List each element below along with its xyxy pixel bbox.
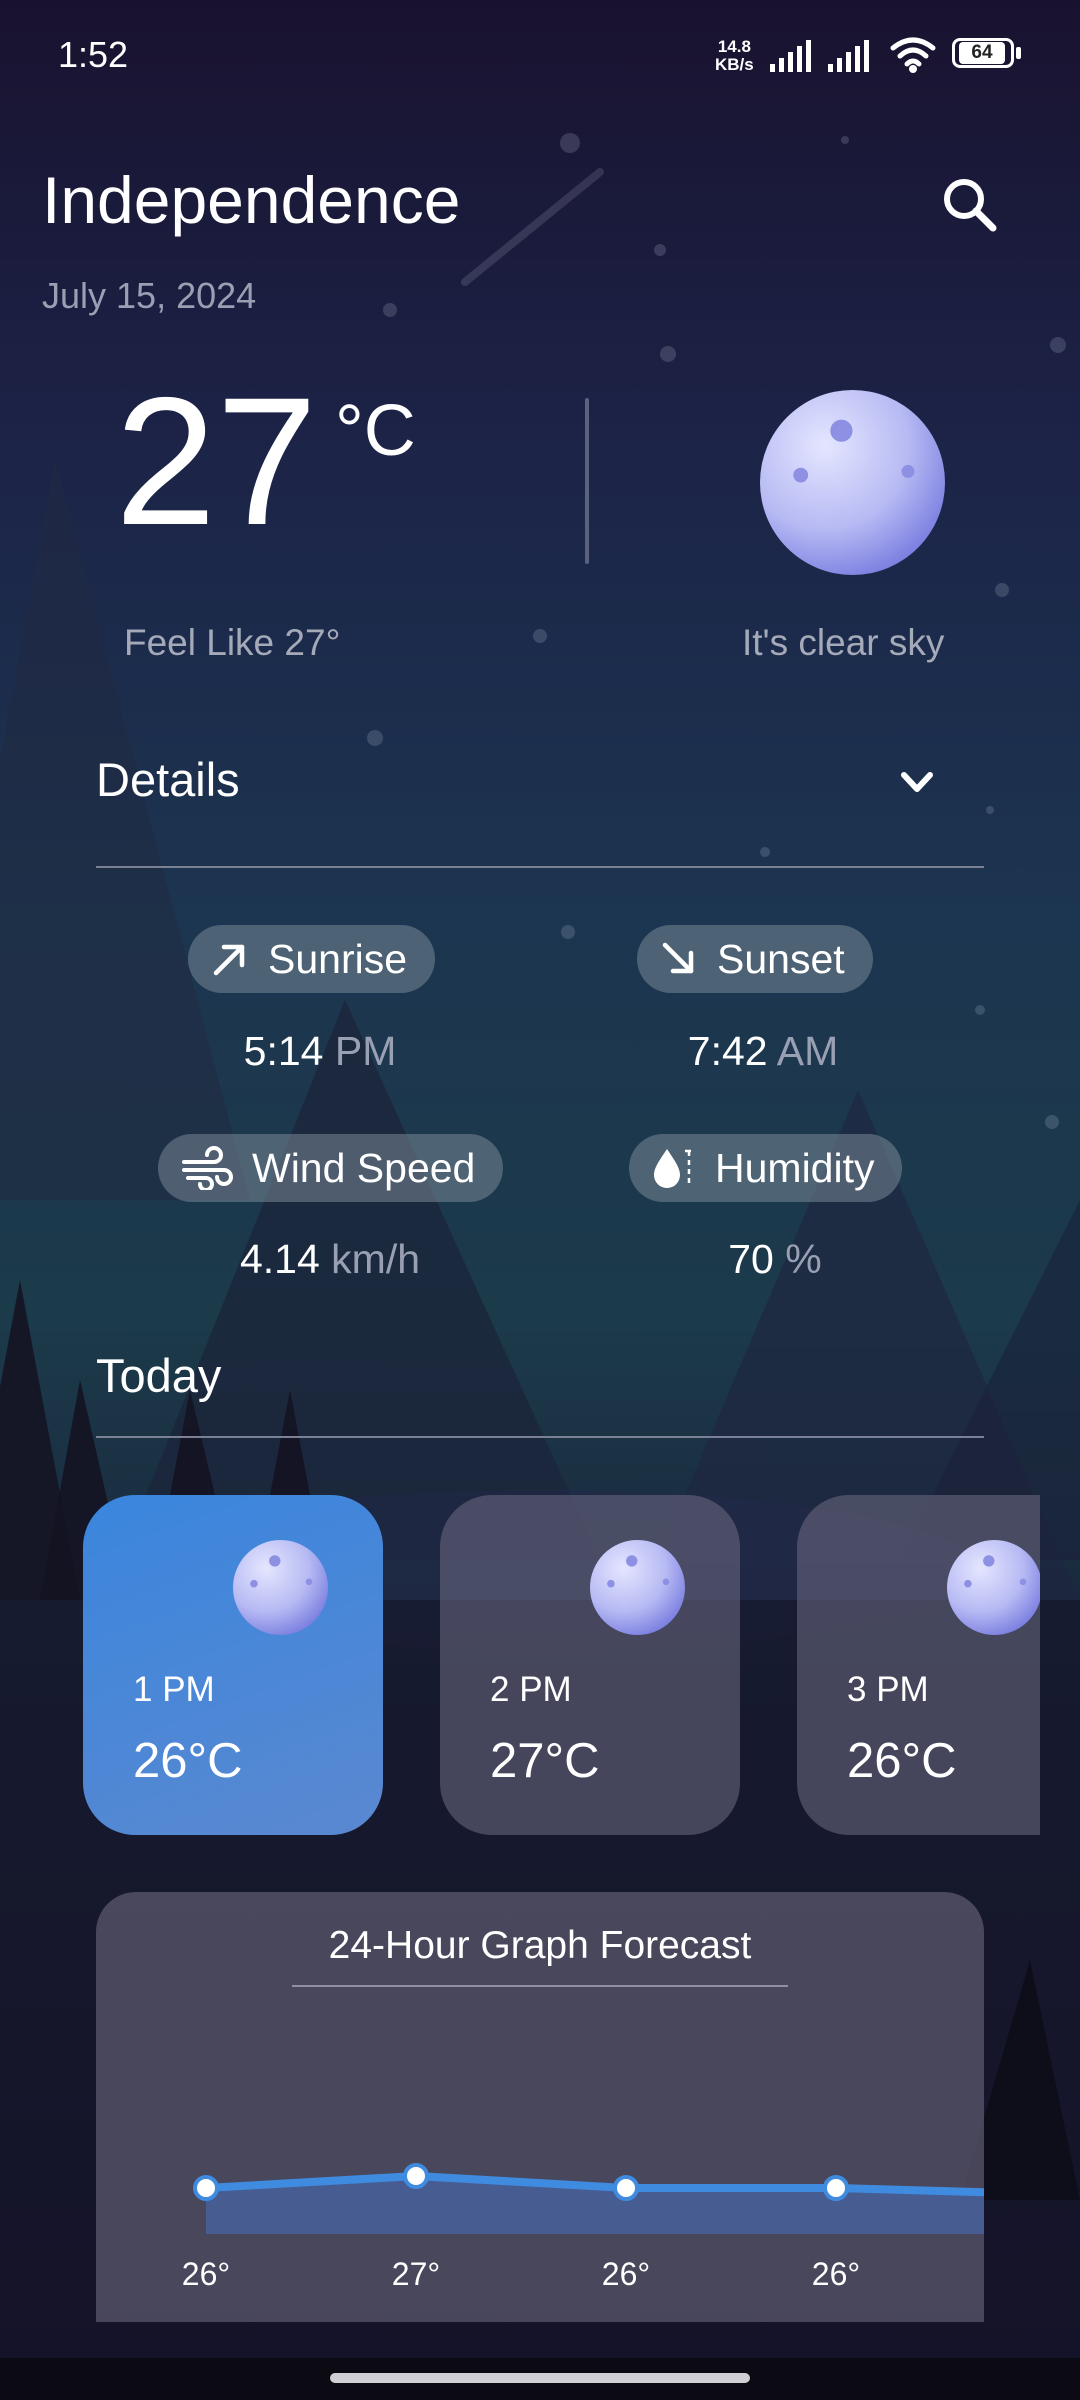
current-temperature: 27	[115, 359, 318, 563]
network-speed-value: 14.8	[717, 37, 751, 56]
wifi-icon	[890, 37, 936, 67]
sunrise-chip: Sunrise	[188, 925, 436, 993]
sunset-chip: Sunset	[637, 925, 873, 993]
sunset-value: 7:42 AM	[643, 1028, 883, 1075]
current-date: July 15, 2024	[42, 275, 257, 316]
moon-icon	[947, 1540, 1040, 1635]
details-divider	[96, 866, 984, 868]
sunset-label: Sunset	[717, 935, 845, 982]
chart-point	[193, 2175, 219, 2201]
chart-data-label: 26°	[601, 2256, 651, 2292]
status-bar: 1:52 14.8 KB/s 64	[0, 0, 1080, 110]
moon-icon	[233, 1540, 328, 1635]
graph-forecast-card[interactable]: 24-Hour Graph Forecast 26° 27° 26° 26°	[96, 1892, 984, 2322]
hour-time: 3 PM	[847, 1670, 929, 1709]
sunrise-label: Sunrise	[268, 935, 408, 982]
search-button[interactable]	[935, 170, 1005, 240]
wind-speed: 4.14	[239, 1236, 320, 1282]
hour-temperature: 27°C	[490, 1734, 600, 1788]
hour-time: 1 PM	[133, 1670, 215, 1709]
wind-label: Wind Speed	[252, 1144, 476, 1191]
humidity-percent: 70	[728, 1236, 774, 1282]
battery-tip	[1016, 47, 1021, 59]
sunrise-unit: PM	[334, 1028, 397, 1074]
hour-card[interactable]: 1 PM 26°C	[83, 1495, 383, 1835]
details-title: Details	[96, 753, 240, 806]
chart-data-label: 26°	[181, 2256, 231, 2292]
chart-point	[613, 2175, 639, 2201]
moon-icon	[590, 1540, 685, 1635]
chevron-down-icon	[901, 772, 933, 792]
sunset-unit: AM	[776, 1028, 839, 1074]
battery-icon: 64	[952, 38, 1014, 68]
hour-temperature: 26°C	[847, 1734, 957, 1788]
wind-chip: Wind Speed	[158, 1134, 504, 1202]
vertical-divider	[585, 398, 589, 564]
status-time: 1:52	[58, 34, 129, 75]
search-icon	[944, 179, 997, 232]
chart-point	[823, 2175, 849, 2201]
today-divider	[96, 1436, 984, 1438]
chart-data-label: 27°	[391, 2256, 441, 2292]
sunrise-time: 5:14	[243, 1028, 324, 1074]
city-name: Independence	[42, 163, 461, 237]
hour-card[interactable]: 3 PM 26°C	[797, 1495, 1040, 1835]
temperature-unit: °C	[335, 391, 416, 471]
humidity-value: 70 %	[655, 1236, 895, 1283]
today-title: Today	[96, 1349, 222, 1402]
arrow-down-right-icon	[662, 942, 694, 974]
humidity-label: Humidity	[715, 1144, 875, 1191]
weather-condition: It's clear sky	[742, 622, 945, 663]
battery-level: 64	[959, 42, 1005, 64]
humidity-chip: Humidity	[629, 1134, 903, 1202]
details-toggle-button[interactable]	[895, 760, 940, 805]
chart-point	[403, 2163, 429, 2189]
hour-card[interactable]: 2 PM 27°C	[440, 1495, 740, 1835]
wind-value: 4.14 km/h	[190, 1236, 470, 1283]
sunrise-value: 5:14 PM	[200, 1028, 440, 1075]
hourly-forecast-list[interactable]: 1 PM 26°C 2 PM 27°C 3 PM 26°C	[0, 1480, 1040, 1860]
chart-data-label: 26°	[811, 2256, 861, 2292]
wind-unit: km/h	[331, 1236, 421, 1282]
arrow-up-right-icon	[213, 944, 245, 976]
signal-icon	[770, 40, 811, 72]
moon-icon	[760, 390, 945, 575]
sunset-time: 7:42	[687, 1028, 768, 1074]
signal-icon-2	[828, 40, 869, 72]
home-gesture-handle[interactable]	[330, 2373, 750, 2383]
hour-temperature: 26°C	[133, 1734, 243, 1788]
wind-icon	[182, 1146, 233, 1190]
humidity-unit: %	[785, 1236, 822, 1282]
network-speed: 14.8 KB/s	[715, 38, 754, 74]
hour-time: 2 PM	[490, 1670, 572, 1709]
network-speed-unit: KB/s	[715, 55, 754, 74]
water-drop-icon	[654, 1149, 691, 1188]
feels-like: Feel Like 27°	[124, 622, 341, 663]
